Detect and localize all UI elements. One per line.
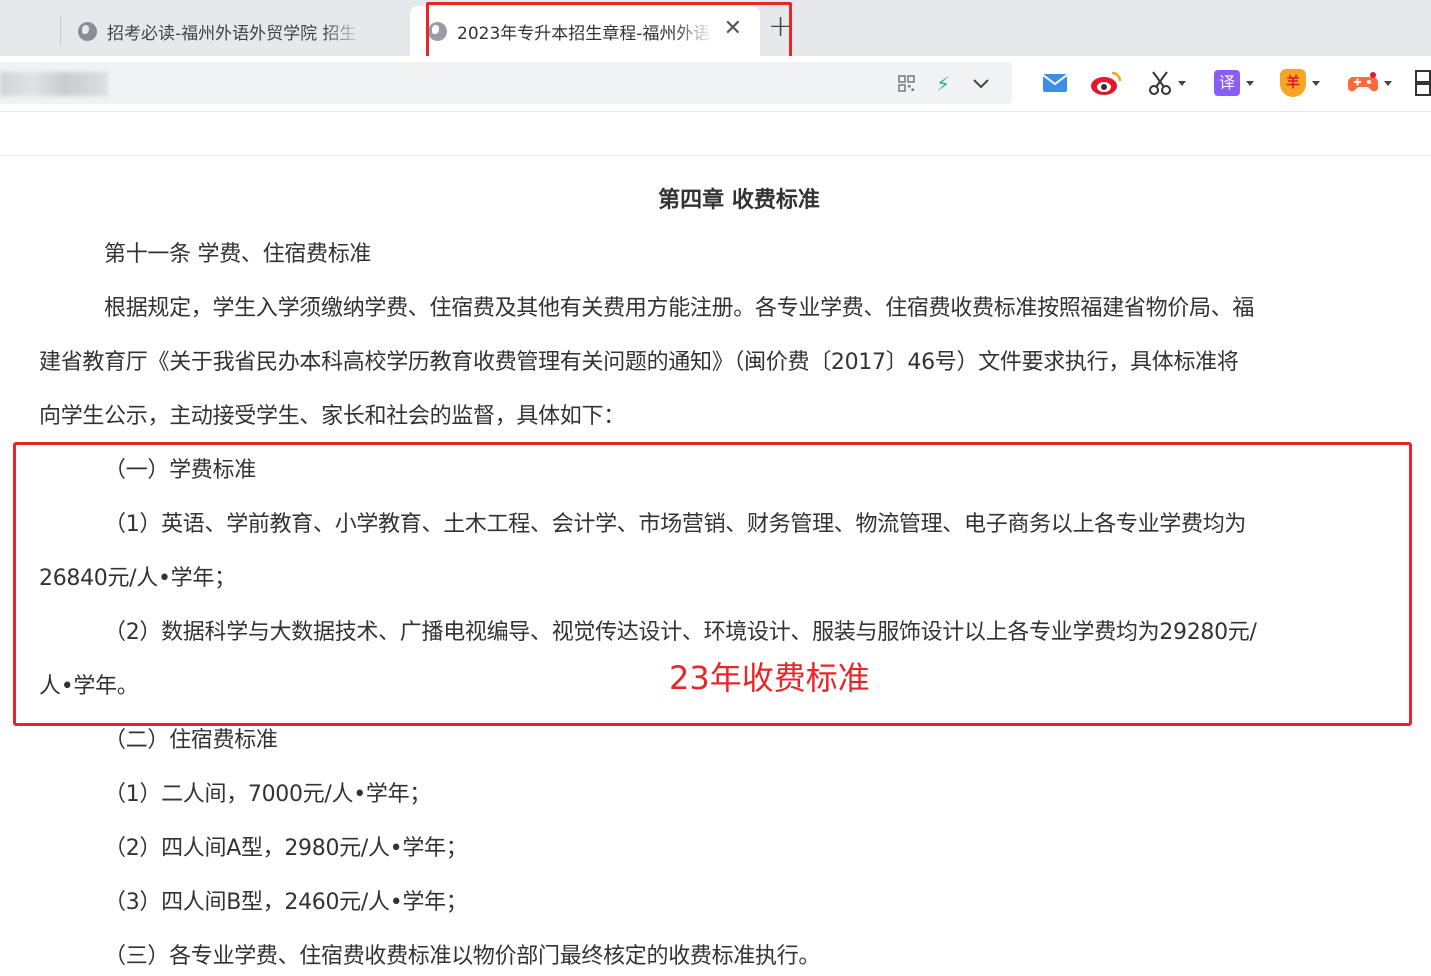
mail-icon[interactable] [1042, 68, 1068, 98]
dorm-heading: （二）住宿费标准 [104, 728, 278, 753]
annotation-label: 23年收费标准 [669, 659, 870, 697]
dropdown-arrow-icon[interactable] [1178, 80, 1186, 86]
weibo-icon[interactable] [1090, 68, 1122, 98]
tab-admission-guide[interactable]: 招考必读-福州外语外贸学院 招生 [60, 6, 408, 56]
dropdown-arrow-icon[interactable] [1312, 80, 1320, 86]
dorm-item: （3）四人间B型，2460元/人•学年； [104, 890, 468, 915]
paragraph-line: 向学生公示，主动接受学生、家长和社会的监督，具体如下： [39, 404, 625, 429]
dropdown-arrow-icon[interactable] [1246, 80, 1254, 86]
tab-highlight-box [426, 2, 792, 62]
shield-coin-icon[interactable]: 羊 [1280, 68, 1320, 98]
browser-toolbar: ⚡ 译 羊 [0, 56, 1431, 112]
scissors-icon[interactable] [1148, 68, 1186, 98]
translate-icon[interactable]: 译 [1214, 68, 1254, 98]
lightning-icon[interactable]: ⚡ [936, 72, 950, 96]
qr-code-icon[interactable] [898, 75, 915, 92]
final-clause: （三）各专业学费、住宿费收费标准以物价部门最终核定的收费标准执行。 [104, 944, 821, 969]
chevron-down-icon[interactable] [972, 74, 990, 92]
dorm-item: （1）二人间，7000元/人•学年； [104, 782, 431, 807]
sidebar-icon[interactable] [1414, 68, 1431, 98]
url-text[interactable] [0, 72, 108, 96]
chapter-title: 第四章 收费标准 [658, 188, 820, 213]
globe-icon [78, 21, 97, 41]
coin-badge: 羊 [1280, 69, 1306, 97]
paragraph-line: 建省教育厅《关于我省民办本科高校学历教育收费管理有关问题的通知》（闽价费〔201… [39, 350, 1239, 375]
page-divider [0, 155, 1431, 156]
article-heading: 第十一条 学费、住宿费标准 [104, 242, 372, 267]
gamepad-icon[interactable] [1348, 68, 1392, 98]
dorm-item: （2）四人间A型，2980元/人•学年； [104, 836, 468, 861]
paragraph-line: 根据规定，学生入学须缴纳学费、住宿费及其他有关费用方能注册。各专业学费、住宿费收… [104, 296, 1255, 321]
translate-badge: 译 [1214, 70, 1240, 96]
dropdown-arrow-icon[interactable] [1384, 80, 1392, 86]
tab-title: 招考必读-福州外语外贸学院 招生 [107, 23, 357, 44]
address-bar[interactable]: ⚡ [0, 62, 1012, 104]
